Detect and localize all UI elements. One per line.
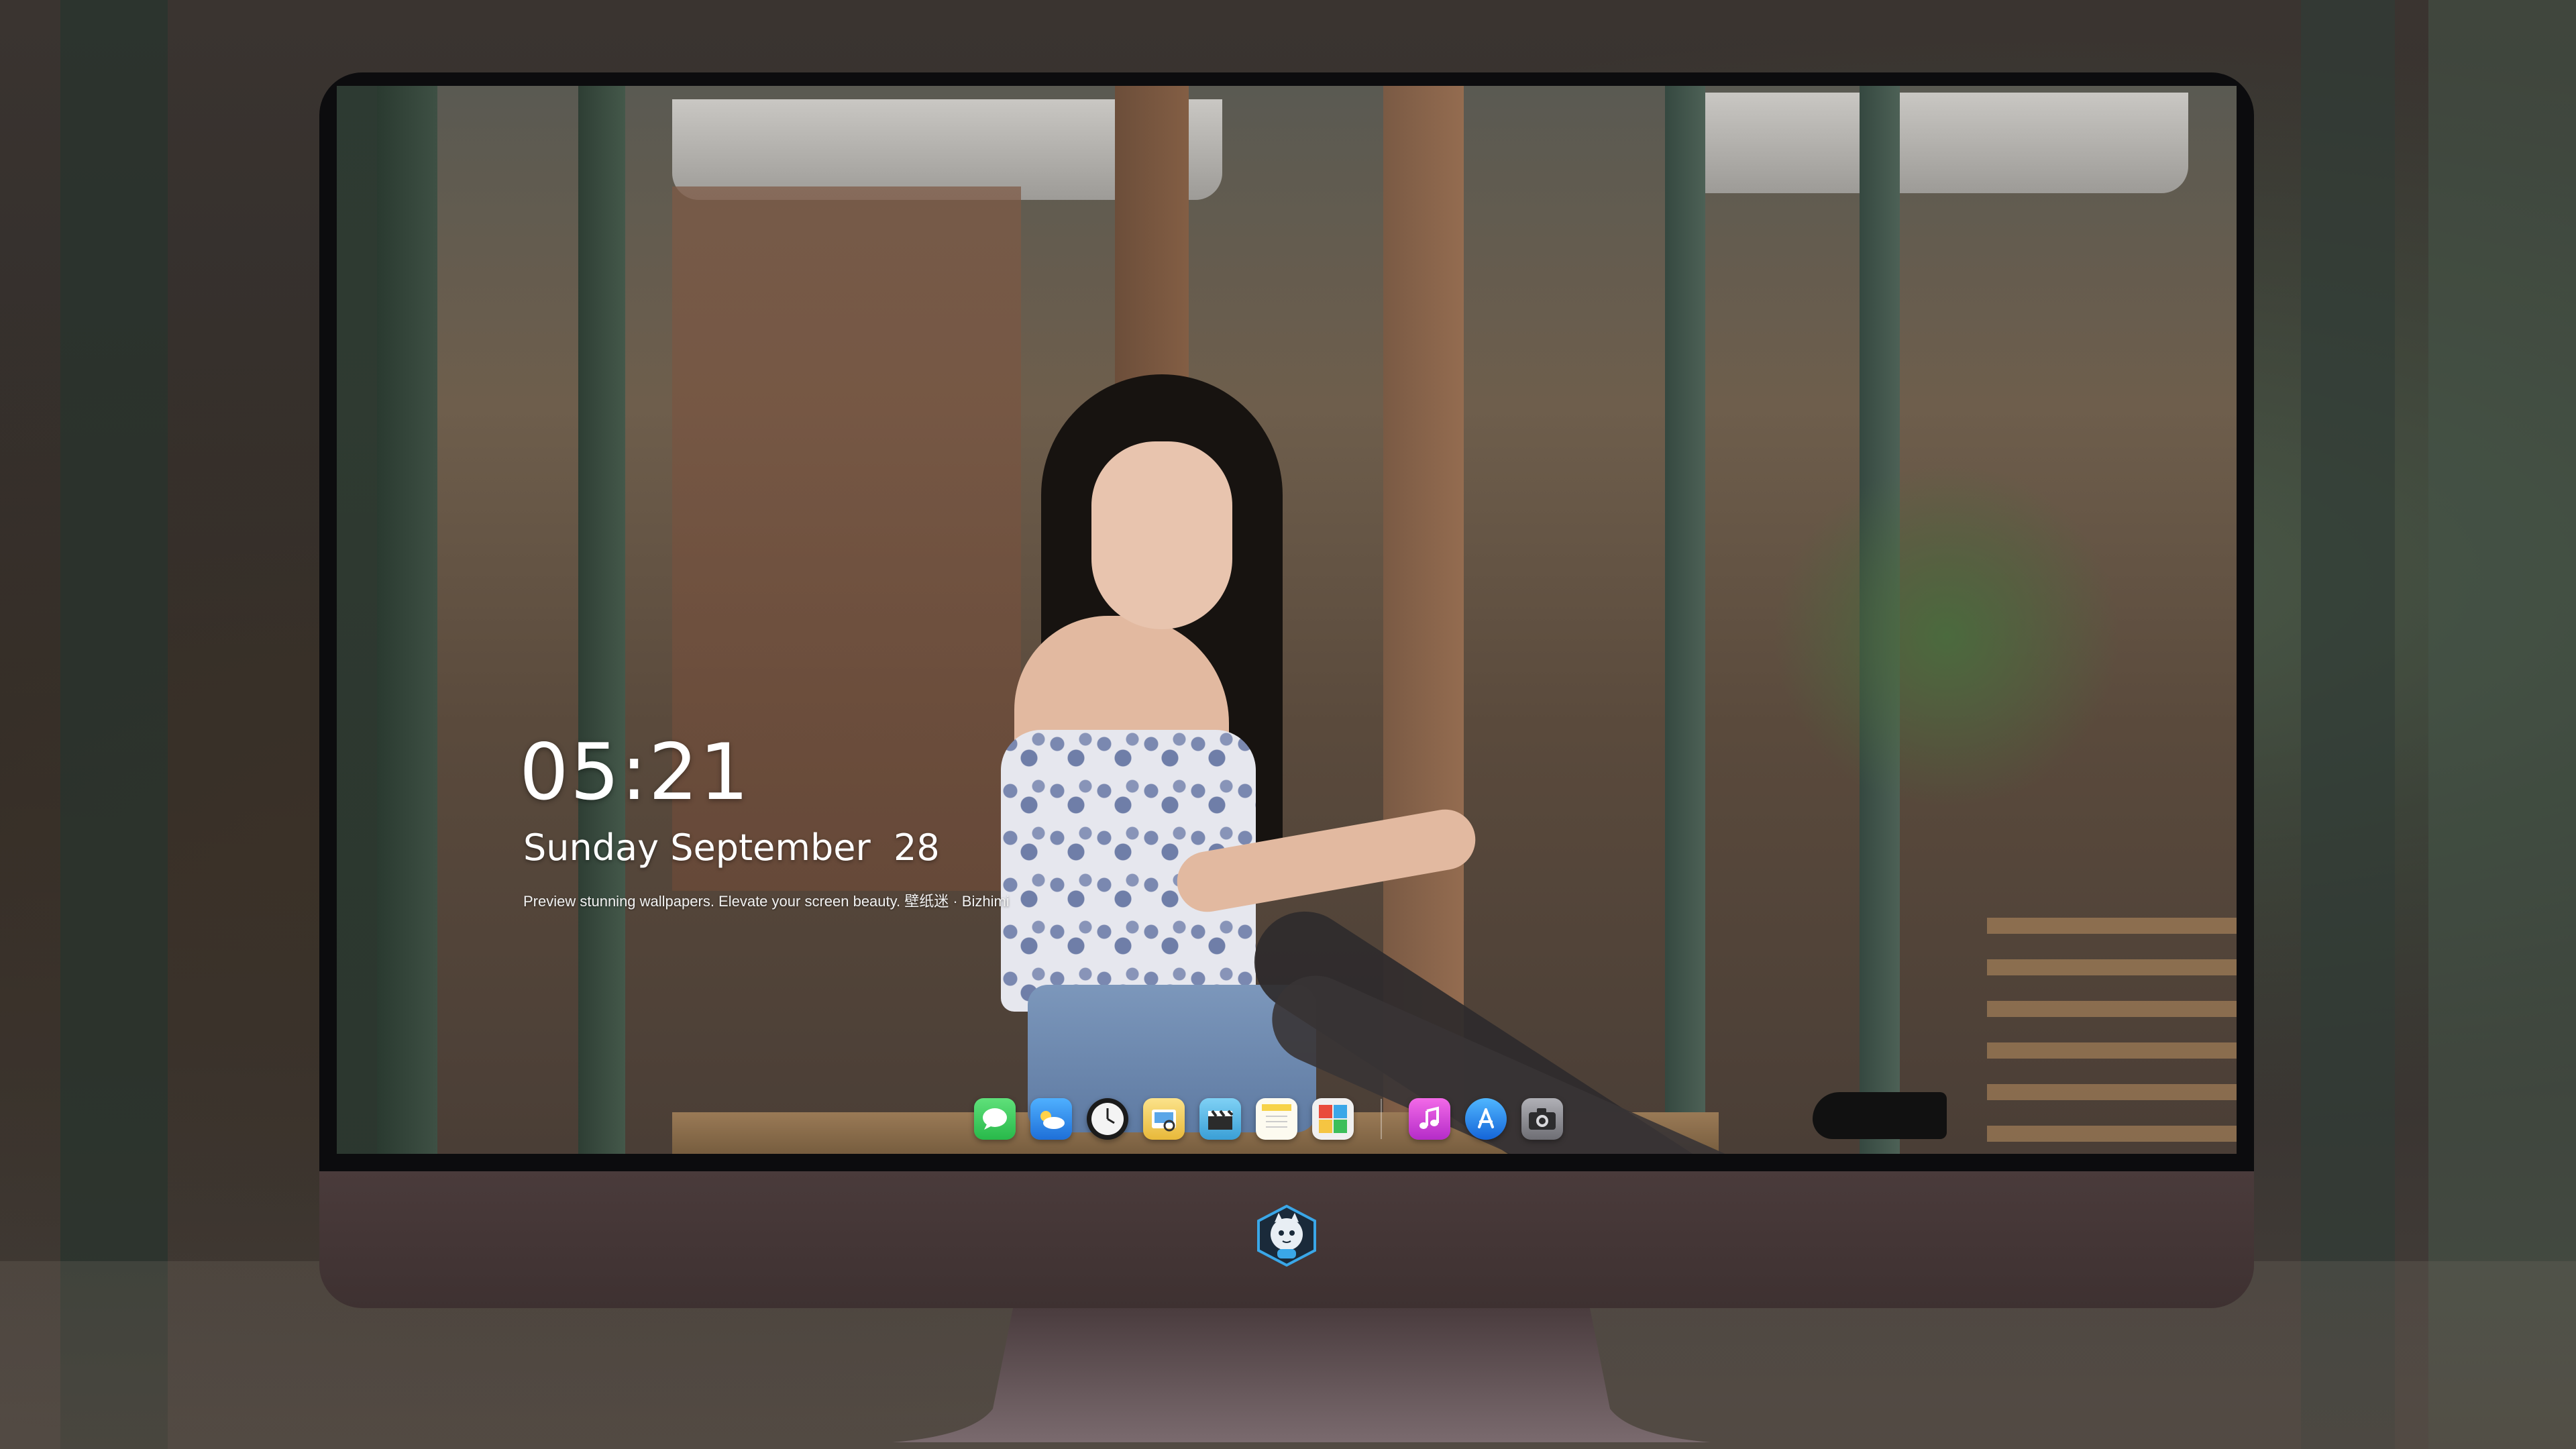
app-store-icon[interactable] bbox=[1465, 1098, 1507, 1140]
mascot-logo bbox=[1257, 1205, 1316, 1267]
messages-icon[interactable] bbox=[974, 1098, 1016, 1140]
imac-monitor: 05:21 Sunday September 28 Preview stunni… bbox=[319, 72, 2254, 1308]
notes-icon[interactable] bbox=[1256, 1098, 1297, 1140]
monitor-stand bbox=[892, 1308, 1711, 1442]
preview-icon[interactable] bbox=[1143, 1098, 1185, 1140]
itunes-icon[interactable] bbox=[1409, 1098, 1450, 1140]
lock-screen-tagline: Preview stunning wallpapers. Elevate you… bbox=[523, 893, 1010, 910]
wallpaper-model-shoe bbox=[1813, 1092, 1947, 1139]
wallpaper-plants bbox=[1772, 462, 2121, 810]
background-pillar bbox=[60, 0, 168, 1449]
photo-booth-icon[interactable] bbox=[1312, 1098, 1354, 1140]
lock-screen-date: Sunday September 28 bbox=[523, 826, 940, 869]
wallpaper-model-face bbox=[1091, 441, 1232, 629]
lock-screen[interactable]: 05:21 Sunday September 28 Preview stunni… bbox=[337, 86, 2237, 1154]
dock bbox=[974, 1091, 1563, 1147]
wallpaper-pillar bbox=[578, 86, 625, 1154]
monitor-chin bbox=[319, 1171, 2254, 1308]
wallpaper-umbrella bbox=[1678, 93, 2188, 193]
monitor-bezel: 05:21 Sunday September 28 Preview stunni… bbox=[319, 72, 2254, 1171]
lock-screen-time: 05:21 bbox=[519, 727, 751, 818]
background-pillar bbox=[2301, 0, 2395, 1449]
claquette-icon[interactable] bbox=[1199, 1098, 1241, 1140]
wallpaper-pillar bbox=[1665, 86, 1705, 1154]
clock-icon[interactable] bbox=[1087, 1098, 1128, 1140]
camera-icon[interactable] bbox=[1521, 1098, 1563, 1140]
wallpaper-chairs bbox=[1987, 918, 2237, 1154]
weather-icon[interactable] bbox=[1030, 1098, 1072, 1140]
dock-separator bbox=[1381, 1099, 1382, 1139]
wallpaper-pillar bbox=[377, 86, 437, 1154]
background-foliage bbox=[2428, 0, 2576, 1449]
